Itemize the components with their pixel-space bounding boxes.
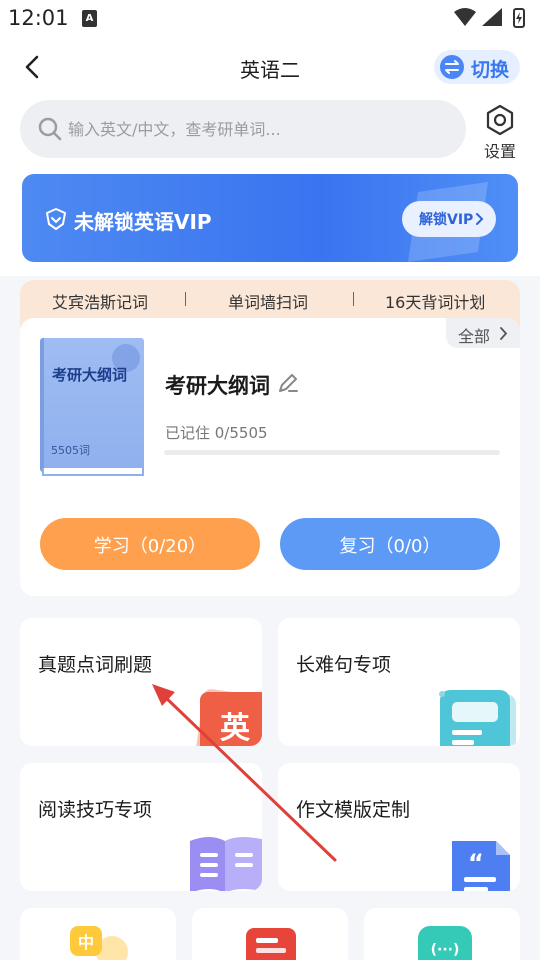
open-book-icon <box>190 837 262 891</box>
unlock-vip-label: 解锁VIP <box>419 212 474 228</box>
search-input[interactable] <box>68 114 448 144</box>
feature-card-long-sentences[interactable]: 长难句专项 <box>278 618 520 746</box>
vip-banner[interactable]: 未解锁英语VIP 解锁VIP <box>22 174 518 262</box>
all-books-label: 全部 <box>458 327 491 346</box>
search-bar[interactable] <box>20 100 466 158</box>
unlock-vip-button[interactable]: 解锁VIP <box>402 201 496 237</box>
signal-icon <box>482 8 502 26</box>
status-time: 12:01 <box>8 6 69 30</box>
review-label: 复习（0/0） <box>339 536 441 557</box>
plan-tab-word-wall[interactable]: 单词墙扫词 <box>228 289 308 313</box>
vip-text: 未解锁英语VIP <box>74 210 212 234</box>
bottom-card-document[interactable] <box>192 908 348 960</box>
feature-label: 真题点词刷题 <box>38 654 153 676</box>
svg-text:“: “ <box>468 849 484 877</box>
red-document-icon <box>246 928 296 960</box>
switch-label: 切换 <box>471 59 510 81</box>
status-bar: 12:01 A <box>0 0 540 36</box>
chevron-right-icon <box>476 213 484 225</box>
switch-button[interactable]: 切换 <box>434 50 520 84</box>
all-books-button[interactable]: 全部 <box>446 318 520 348</box>
remembered-count: 已记住 0/5505 <box>165 424 268 442</box>
bottom-card-chinese[interactable]: 中 <box>20 908 176 960</box>
chevron-right-icon <box>500 327 508 340</box>
quote-document-icon: “ <box>452 841 510 891</box>
wifi-icon <box>454 8 476 26</box>
learn-label: 学习（0/20） <box>93 536 207 557</box>
feature-label: 作文模版定制 <box>296 799 411 821</box>
book-cover-count: 5505词 <box>51 444 90 457</box>
divider <box>185 292 186 306</box>
swap-icon <box>440 55 464 79</box>
book-name: 考研大纲词 <box>165 374 270 398</box>
settings-label: 设置 <box>483 142 516 161</box>
sentence-card-icon <box>439 690 516 746</box>
ying-character-text: 英 <box>220 711 251 746</box>
gear-icon <box>486 104 514 136</box>
ying-character-icon: 英 <box>195 689 262 746</box>
wordbook-card: 全部 考研大纲词 5505词 考研大纲词 已记住 0/5505 学习（0/20）… <box>20 318 520 596</box>
divider <box>353 292 354 306</box>
zhong-chat-icon: 中 <box>70 926 128 960</box>
progress-bar <box>164 450 500 455</box>
vip-shield-icon <box>46 208 66 230</box>
bottom-card-chat[interactable]: (···) <box>364 908 520 960</box>
feature-card-essay-templates[interactable]: 作文模版定制 “ <box>278 763 520 891</box>
feature-card-exam-words[interactable]: 真题点词刷题 英 <box>20 618 262 746</box>
feature-card-reading-skills[interactable]: 阅读技巧专项 <box>20 763 262 891</box>
sim-card-icon: A <box>82 10 97 27</box>
feature-label: 阅读技巧专项 <box>38 799 153 821</box>
book-pages <box>42 468 144 476</box>
review-button[interactable]: 复习（0/0） <box>280 518 500 570</box>
book-cover[interactable]: 考研大纲词 5505词 <box>40 338 144 476</box>
feature-label: 长难句专项 <box>296 654 392 676</box>
search-icon <box>38 117 62 141</box>
status-icons <box>452 6 532 34</box>
plan-tab-ebbinghaus[interactable]: 艾宾浩斯记词 <box>52 289 148 313</box>
zhong-character-text: 中 <box>78 933 94 952</box>
edit-icon[interactable] <box>277 372 299 394</box>
plan-tab-16-days[interactable]: 16天背词计划 <box>385 289 485 313</box>
learn-button[interactable]: 学习（0/20） <box>40 518 260 570</box>
ellipsis-chat-icon: (···) <box>418 926 472 960</box>
book-cover-title: 考研大纲词 <box>52 366 128 384</box>
settings-button[interactable]: 设置 <box>478 104 522 161</box>
ellipsis-text: (···) <box>431 942 460 958</box>
